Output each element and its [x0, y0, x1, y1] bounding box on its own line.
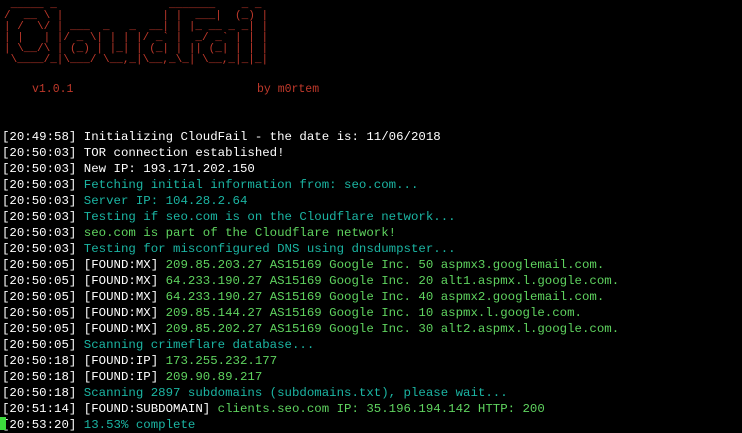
log-line: [20:50:05] [FOUND:MX] 209.85.202.27 AS15… — [2, 321, 740, 337]
log-message: 64.233.190.27 AS15169 Google Inc. 40 asp… — [165, 290, 605, 304]
log-timestamp: [20:50:03] — [2, 194, 77, 208]
log-found-tag: [FOUND:MX] — [83, 306, 159, 320]
log-found-tag: [FOUND:MX] — [83, 258, 159, 272]
log-found-tag: [FOUND:MX] — [83, 322, 159, 336]
log-timestamp: [20:50:03] — [2, 242, 77, 256]
log-line: [20:50:18] [FOUND:IP] 173.255.232.177 — [2, 353, 740, 369]
log-message: 173.255.232.177 — [165, 354, 278, 368]
log-timestamp: [20:50:03] — [2, 146, 77, 160]
log-timestamp: [20:50:05] — [2, 258, 77, 272]
log-message: 209.85.202.27 AS15169 Google Inc. 30 alt… — [165, 322, 620, 336]
log-message: New IP: 193.171.202.150 — [83, 162, 255, 176]
log-message: TOR connection established! — [83, 146, 285, 160]
log-found-tag: [FOUND:IP] — [83, 370, 159, 384]
log-message: Server IP: 104.28.2.64 — [83, 194, 248, 208]
log-line: [20:50:03] New IP: 193.171.202.150 — [2, 161, 740, 177]
log-line: [20:50:05] [FOUND:MX] 209.85.203.27 AS15… — [2, 257, 740, 273]
log-timestamp: [20:51:14] — [2, 402, 77, 416]
log-line: [20:50:03] Testing for misconfigured DNS… — [2, 241, 740, 257]
log-line: [20:50:18] [FOUND:IP] 209.90.89.217 — [2, 369, 740, 385]
log-message: 209.85.144.27 AS15169 Google Inc. 10 asp… — [165, 306, 582, 320]
log-line: [20:50:03] Server IP: 104.28.2.64 — [2, 193, 740, 209]
log-message: Fetching initial information from: seo.c… — [83, 178, 419, 192]
log-line: [20:50:05] [FOUND:MX] 209.85.144.27 AS15… — [2, 305, 740, 321]
log-timestamp: [20:50:18] — [2, 386, 77, 400]
log-line: [20:50:03] Testing if seo.com is on the … — [2, 209, 740, 225]
log-timestamp: [20:49:58] — [2, 130, 77, 144]
log-timestamp: [20:50:03] — [2, 226, 77, 240]
log-found-tag: [FOUND:SUBDOMAIN] — [83, 402, 211, 416]
log-timestamp: [20:50:05] — [2, 290, 77, 304]
log-timestamp: [20:50:05] — [2, 338, 77, 352]
log-message: Scanning crimeflare database... — [83, 338, 315, 352]
log-line: [20:50:05] Scanning crimeflare database.… — [2, 337, 740, 353]
author-label: by m0rtem — [257, 83, 320, 96]
log-message: seo.com is part of the Cloudflare networ… — [83, 226, 397, 240]
log-timestamp: [20:50:03] — [2, 162, 77, 176]
log-line: [20:49:58] Initializing CloudFail - the … — [2, 129, 740, 145]
cloudfail-ascii-logo: _____ _ _______ _ _ / __ \ | | | ___| (_… — [4, 0, 269, 66]
log-message: 209.90.89.217 — [165, 370, 263, 384]
log-timestamp: [20:50:18] — [2, 370, 77, 384]
log-line: [20:50:03] Fetching initial information … — [2, 177, 740, 193]
log-line: [20:51:14] [FOUND:SUBDOMAIN] clients.seo… — [2, 401, 740, 417]
log-message: 13.53% complete — [83, 418, 196, 432]
log-timestamp: [20:50:05] — [2, 274, 77, 288]
log-message: 209.85.203.27 AS15169 Google Inc. 50 asp… — [165, 258, 605, 272]
log-timestamp: [20:50:05] — [2, 322, 77, 336]
log-line: [20:50:18] Scanning 2897 subdomains (sub… — [2, 385, 740, 401]
log-message: 64.233.190.27 AS15169 Google Inc. 20 alt… — [165, 274, 620, 288]
log-timestamp: [20:53:20] — [2, 418, 77, 432]
log-timestamp: [20:50:03] — [2, 178, 77, 192]
log-line: [20:50:03] seo.com is part of the Cloudf… — [2, 225, 740, 241]
terminal-cursor — [0, 417, 6, 430]
log-message: Testing for misconfigured DNS using dnsd… — [83, 242, 456, 256]
terminal-window[interactable]: _____ _ _______ _ _ / __ \ | | | ___| (_… — [0, 0, 742, 433]
log-line: [20:50:05] [FOUND:MX] 64.233.190.27 AS15… — [2, 273, 740, 289]
version-label: v1.0.1 — [32, 83, 74, 96]
log-found-tag: [FOUND:MX] — [83, 274, 159, 288]
log-message: clients.seo.com IP: 35.196.194.142 HTTP:… — [217, 402, 545, 416]
log-message: Scanning 2897 subdomains (subdomains.txt… — [83, 386, 508, 400]
log-line: [20:50:05] [FOUND:MX] 64.233.190.27 AS15… — [2, 289, 740, 305]
log-timestamp: [20:50:05] — [2, 306, 77, 320]
terminal-output: [20:49:58] Initializing CloudFail - the … — [0, 129, 740, 433]
log-message: Testing if seo.com is on the Cloudflare … — [83, 210, 456, 224]
log-found-tag: [FOUND:MX] — [83, 290, 159, 304]
log-message: Initializing CloudFail - the date is: 11… — [83, 130, 441, 144]
log-line: [20:53:20] 13.53% complete — [0, 417, 740, 433]
log-timestamp: [20:50:18] — [2, 354, 77, 368]
log-found-tag: [FOUND:IP] — [83, 354, 159, 368]
log-line: [20:50:03] TOR connection established! — [2, 145, 740, 161]
log-timestamp: [20:50:03] — [2, 210, 77, 224]
